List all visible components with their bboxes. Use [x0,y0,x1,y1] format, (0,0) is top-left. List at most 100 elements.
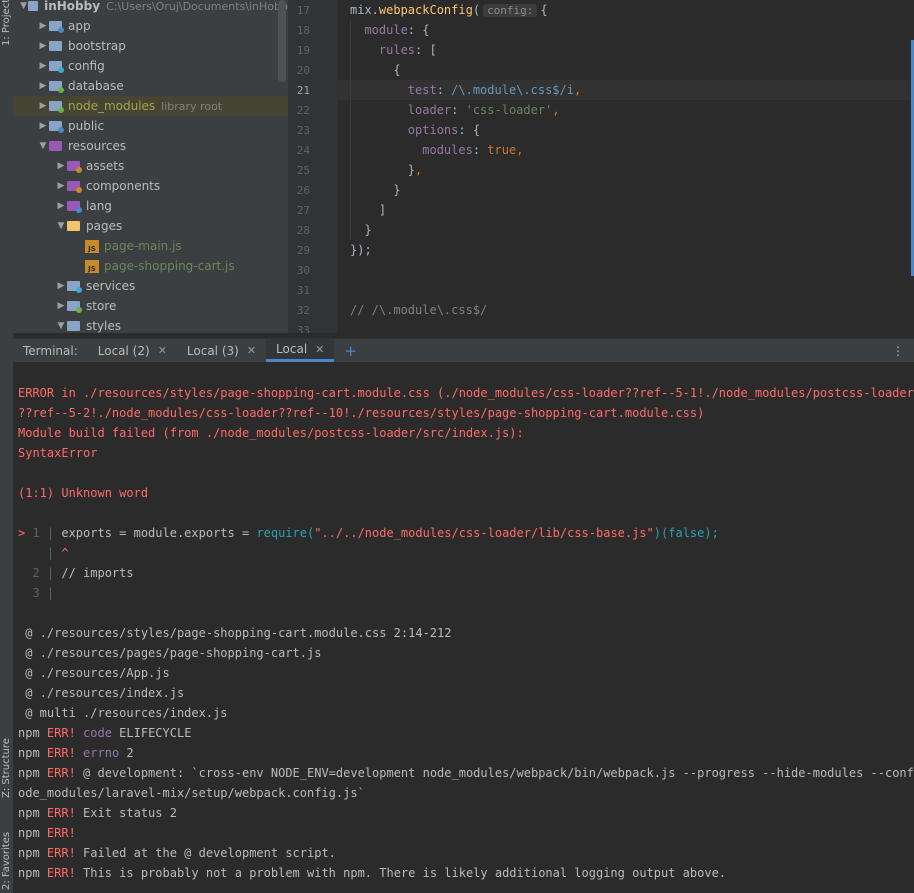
tree-item-config[interactable]: ▶ config [13,56,288,76]
code-line[interactable]: test: /\.module\.css$/i, [338,80,914,100]
tree-item-components[interactable]: ▶ components [13,176,288,196]
chevron-right-icon[interactable]: ▶ [37,101,49,111]
tree-item-label: app [68,19,91,33]
tree-item-page-shopping-cart-js[interactable]: JS page-shopping-cart.js [13,256,288,276]
tree-item-resources[interactable]: ▼ resources [13,136,288,156]
terminal-menu-icon[interactable]: ⋮ [882,339,914,362]
terminal-token: ERR! [46,846,76,860]
terminal-tab[interactable]: Local ✕ [266,339,335,362]
code-line[interactable]: // /\.module\.css$/ [350,300,487,320]
chevron-right-icon[interactable]: ▶ [55,301,67,311]
folder-icon [67,301,82,313]
code-line[interactable]: ] [350,200,386,220]
code-line[interactable]: }, [350,160,422,180]
tree-item-pages[interactable]: ▼ pages [13,216,288,236]
tree-item-assets[interactable]: ▶ assets [13,156,288,176]
code-line[interactable]: loader: 'css-loader', [350,100,560,120]
tree-item-label: components [86,179,161,193]
project-scrollbar[interactable] [278,0,286,82]
folder-icon [28,1,39,11]
line-number: 22 [296,104,310,117]
code-token: { [350,63,401,77]
terminal-token: npm [18,846,47,860]
code-token: { [540,3,548,17]
chevron-right-icon[interactable]: ▶ [37,81,49,91]
code-token: // /\.module\.css$/ [350,303,488,317]
chevron-right-icon[interactable]: ▶ [37,61,49,71]
code-token: } [350,163,416,177]
chevron-right-icon[interactable]: ▶ [55,181,67,191]
terminal-token: code [83,726,112,740]
tree-item-bootstrap[interactable]: ▶ bootstrap [13,36,288,56]
terminal-token: ELIFECYCLE [111,726,192,740]
chevron-right-icon[interactable]: ▶ [55,201,67,211]
chevron-down-icon[interactable]: ▼ [19,1,28,11]
chevron-down-icon[interactable]: ▼ [37,141,49,151]
terminal-token: npm [18,866,47,880]
line-number: 18 [296,24,310,37]
chevron-right-icon[interactable]: ▶ [55,161,67,171]
code-line[interactable]: module: { [350,20,429,40]
chevron-right-icon[interactable]: ▶ [55,281,67,291]
terminal-line: 3 | [18,583,61,603]
code-line[interactable]: modules: true, [350,140,523,160]
tree-item-styles[interactable]: ▼ styles [13,316,288,333]
chevron-down-icon[interactable]: ▼ [55,221,67,231]
favorites-tool-tab[interactable]: 2: Favorites [0,820,13,890]
tree-item-inhobby[interactable]: ▼ inHobby C:\Users\Oruj\Documents\inHobb [13,0,288,16]
chevron-down-icon[interactable]: ▼ [55,321,67,331]
code-line[interactable]: rules: [ [350,40,437,60]
code-line[interactable]: mix.webpackConfig(config:{ [350,0,548,20]
code-token: : [451,103,466,117]
tree-item-page-main-js[interactable]: JS page-main.js [13,236,288,256]
terminal-line: npm ERR! code ELIFECYCLE [18,723,191,743]
terminal-line: ERROR in ./resources/styles/page-shoppin… [18,386,914,400]
code-line[interactable]: { [350,60,401,80]
tree-item-public[interactable]: ▶ public [13,116,288,136]
code-line[interactable]: } [350,180,400,200]
tree-item-node-modules[interactable]: ▶ node_modules library root [13,96,288,116]
terminal-tab[interactable]: Local (2) ✕ [88,339,177,362]
folder-icon [49,41,62,51]
tree-item-label: config [68,59,105,73]
project-panel: ▼ inHobby C:\Users\Oruj\Documents\inHobb ▶ a… [13,0,288,333]
tree-item-label: styles [86,319,122,333]
code-editor[interactable]: 17 18 19 20 21 22 23 24 25 26 27 28 29 30 31 32 33 mix.w… [288,0,914,333]
tree-item-store[interactable]: ▶ store [13,296,288,316]
close-icon[interactable]: ✕ [247,344,256,357]
tree-item-label: inHobby [44,0,101,13]
tree-item-services[interactable]: ▶ services [13,276,288,296]
line-number: 23 [296,124,310,137]
tree-item-label: assets [86,159,125,173]
project-tool-tab[interactable]: 1: Project [0,0,13,46]
add-terminal-button[interactable]: + [334,339,367,362]
tree-item-app[interactable]: ▶ app [13,16,288,36]
code-token: ] [350,203,387,217]
code-line[interactable]: options: { [350,120,480,140]
line-number: 28 [296,224,310,237]
tree-item-database[interactable]: ▶ database [13,76,288,96]
tree-item-lang[interactable]: ▶ lang [13,196,288,216]
line-number: 31 [296,284,310,297]
chevron-right-icon[interactable]: ▶ [37,41,49,51]
javascript-file-icon: JS [85,239,99,253]
line-number: 33 [296,324,310,333]
close-icon[interactable]: ✕ [315,343,324,356]
folder-icon [49,101,64,113]
terminal-output[interactable]: ERROR in ./resources/styles/page-shoppin… [13,362,914,893]
chevron-right-icon[interactable]: ▶ [37,21,49,31]
structure-tool-tab[interactable]: Z: Structure [0,726,13,798]
terminal-line: npm ERR! Exit status 2 [18,803,177,823]
close-icon[interactable]: ✕ [158,344,167,357]
code-token: : { [458,123,481,137]
terminal-token: require( [256,526,315,540]
tree-item-label: page-main.js [104,239,182,253]
code-line[interactable]: } [350,220,371,240]
line-number: 27 [296,204,310,217]
code-line[interactable]: }); [350,240,372,260]
terminal-token: exports = module.exports = [61,526,257,540]
code-token: 'css-loader' [465,103,553,117]
chevron-right-icon[interactable]: ▶ [37,121,49,131]
terminal-tab[interactable]: Local (3) ✕ [177,339,266,362]
